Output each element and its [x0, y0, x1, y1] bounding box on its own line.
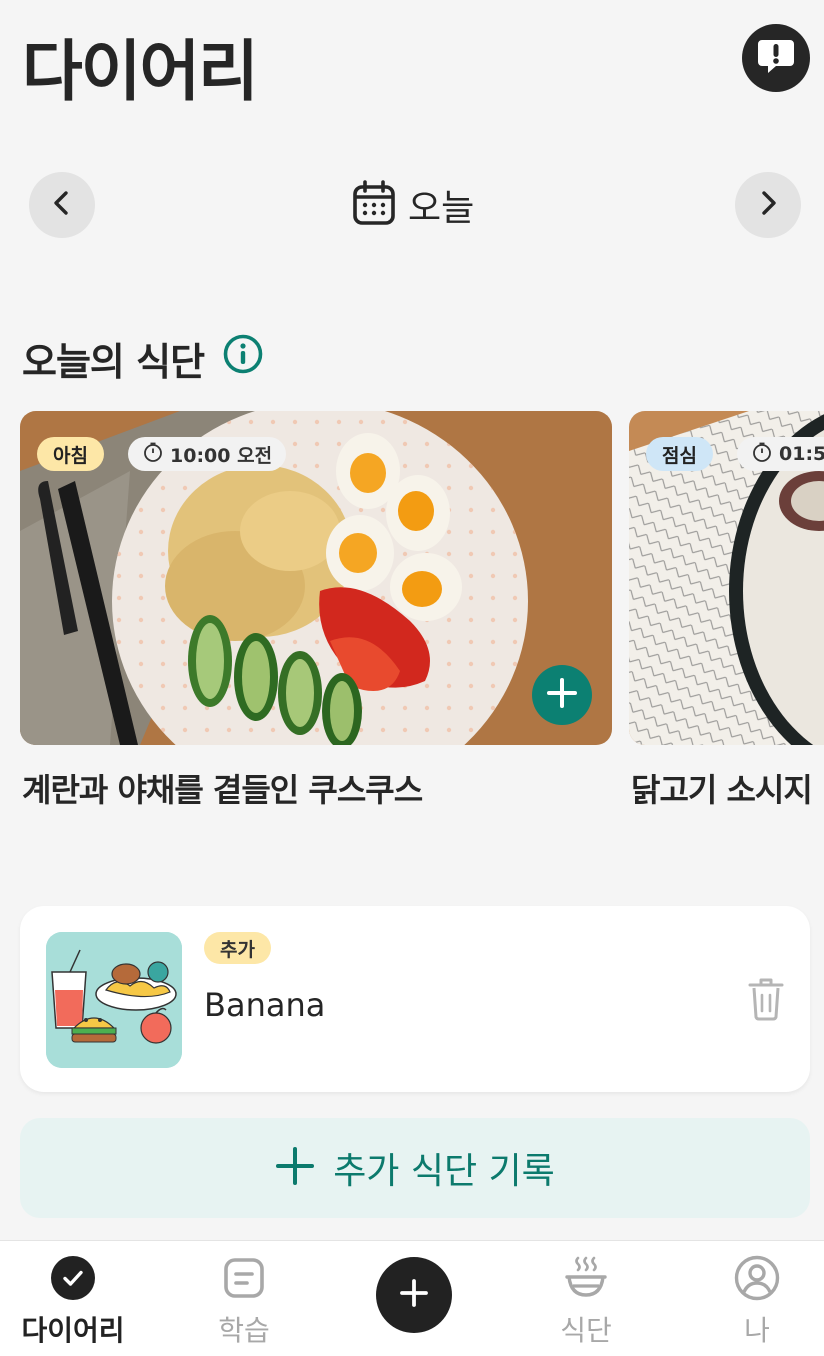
plus-icon — [399, 1278, 429, 1312]
section-title: 오늘의 식단 — [22, 339, 205, 384]
add-extra-meal-label: 추가 식단 기록 — [333, 1151, 555, 1192]
quick-add-button[interactable] — [376, 1257, 452, 1333]
tab-me[interactable]: 나 — [675, 1241, 824, 1356]
previous-day-button[interactable] — [29, 172, 95, 238]
extra-badge: 추가 — [204, 932, 271, 964]
meal-time-badge: 10:00 오전 — [128, 437, 287, 471]
add-extra-meal-button[interactable]: 추가 식단 기록 — [20, 1118, 810, 1218]
chevron-left-icon — [47, 188, 77, 222]
meal-photo — [20, 411, 612, 745]
tab-label: 다이어리 — [21, 1314, 125, 1347]
food-name: Banana — [204, 986, 326, 1024]
date-navigator: 오늘 — [0, 170, 824, 240]
meal-name: 닭고기 소시지 — [631, 771, 813, 809]
trash-icon — [746, 978, 786, 1026]
meal-type-badge: 아침 — [37, 437, 104, 471]
date-label: 오늘 — [408, 188, 475, 229]
plus-icon — [545, 676, 579, 714]
user-circle-icon — [734, 1255, 780, 1301]
section-header: 오늘의 식단 — [22, 330, 264, 386]
tab-label: 나 — [744, 1314, 770, 1347]
tab-meals[interactable]: 식단 — [504, 1241, 668, 1356]
page-title: 다이어리 — [22, 33, 259, 110]
calendar-icon — [352, 180, 396, 230]
tab-diary[interactable]: 다이어리 — [0, 1241, 155, 1356]
add-meal-button[interactable] — [532, 665, 592, 725]
meal-time-badge: 01:5 — [737, 437, 824, 471]
next-day-button[interactable] — [735, 172, 801, 238]
meal-card-breakfast[interactable]: 아침 10:00 오전 계란과 야채를 곁들인 쿠스쿠스 — [20, 411, 612, 811]
app-header: 다이어리 — [0, 0, 824, 130]
meal-card-lunch[interactable]: 점심 01:5 닭고기 소시지 — [629, 411, 824, 811]
tab-learn[interactable]: 학습 — [162, 1241, 326, 1356]
feedback-button[interactable] — [742, 24, 810, 92]
meal-name: 계란과 야채를 곁들인 쿠스쿠스 — [22, 771, 423, 809]
note-icon — [223, 1255, 265, 1301]
meal-type-badge: 점심 — [646, 437, 713, 471]
meal-time: 10:00 오전 — [170, 444, 273, 467]
info-icon[interactable] — [222, 333, 264, 384]
extra-food-card[interactable]: 추가 Banana — [20, 906, 810, 1092]
plus-icon — [275, 1146, 315, 1190]
stopwatch-icon — [751, 441, 773, 468]
tab-label: 학습 — [218, 1314, 270, 1347]
bottom-navigation: 다이어리 학습 식단 나 — [0, 1240, 824, 1356]
meal-time: 01:5 — [779, 443, 824, 465]
chevron-right-icon — [753, 188, 783, 222]
bowl-icon — [563, 1255, 609, 1301]
delete-button[interactable] — [746, 976, 786, 1022]
date-selector[interactable]: 오늘 — [352, 180, 474, 230]
exclamation-bubble-icon — [754, 34, 798, 82]
food-illustration — [46, 932, 182, 1068]
check-circle-icon — [50, 1255, 96, 1301]
tab-label: 식단 — [560, 1314, 612, 1347]
stopwatch-icon — [142, 441, 164, 468]
